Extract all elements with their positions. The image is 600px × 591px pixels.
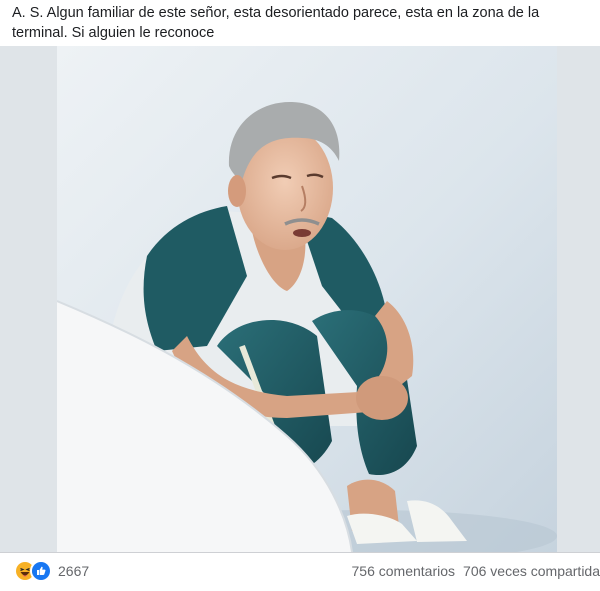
shares-count-link[interactable]: 706 veces compartida [463, 563, 600, 579]
reactions-summary[interactable]: 2667 [14, 560, 90, 582]
footer-divider [0, 552, 600, 553]
like-icon [30, 560, 52, 582]
post-media-frame [0, 46, 600, 552]
reaction-count: 2667 [58, 563, 90, 579]
post-stats: 756 comentarios 706 veces compartida [352, 561, 600, 581]
reaction-icons [14, 560, 52, 582]
comments-count-link[interactable]: 756 comentarios [352, 563, 456, 579]
post-text: A. S. Algun familiar de este señor, esta… [12, 5, 540, 41]
post-photo[interactable] [57, 46, 557, 552]
